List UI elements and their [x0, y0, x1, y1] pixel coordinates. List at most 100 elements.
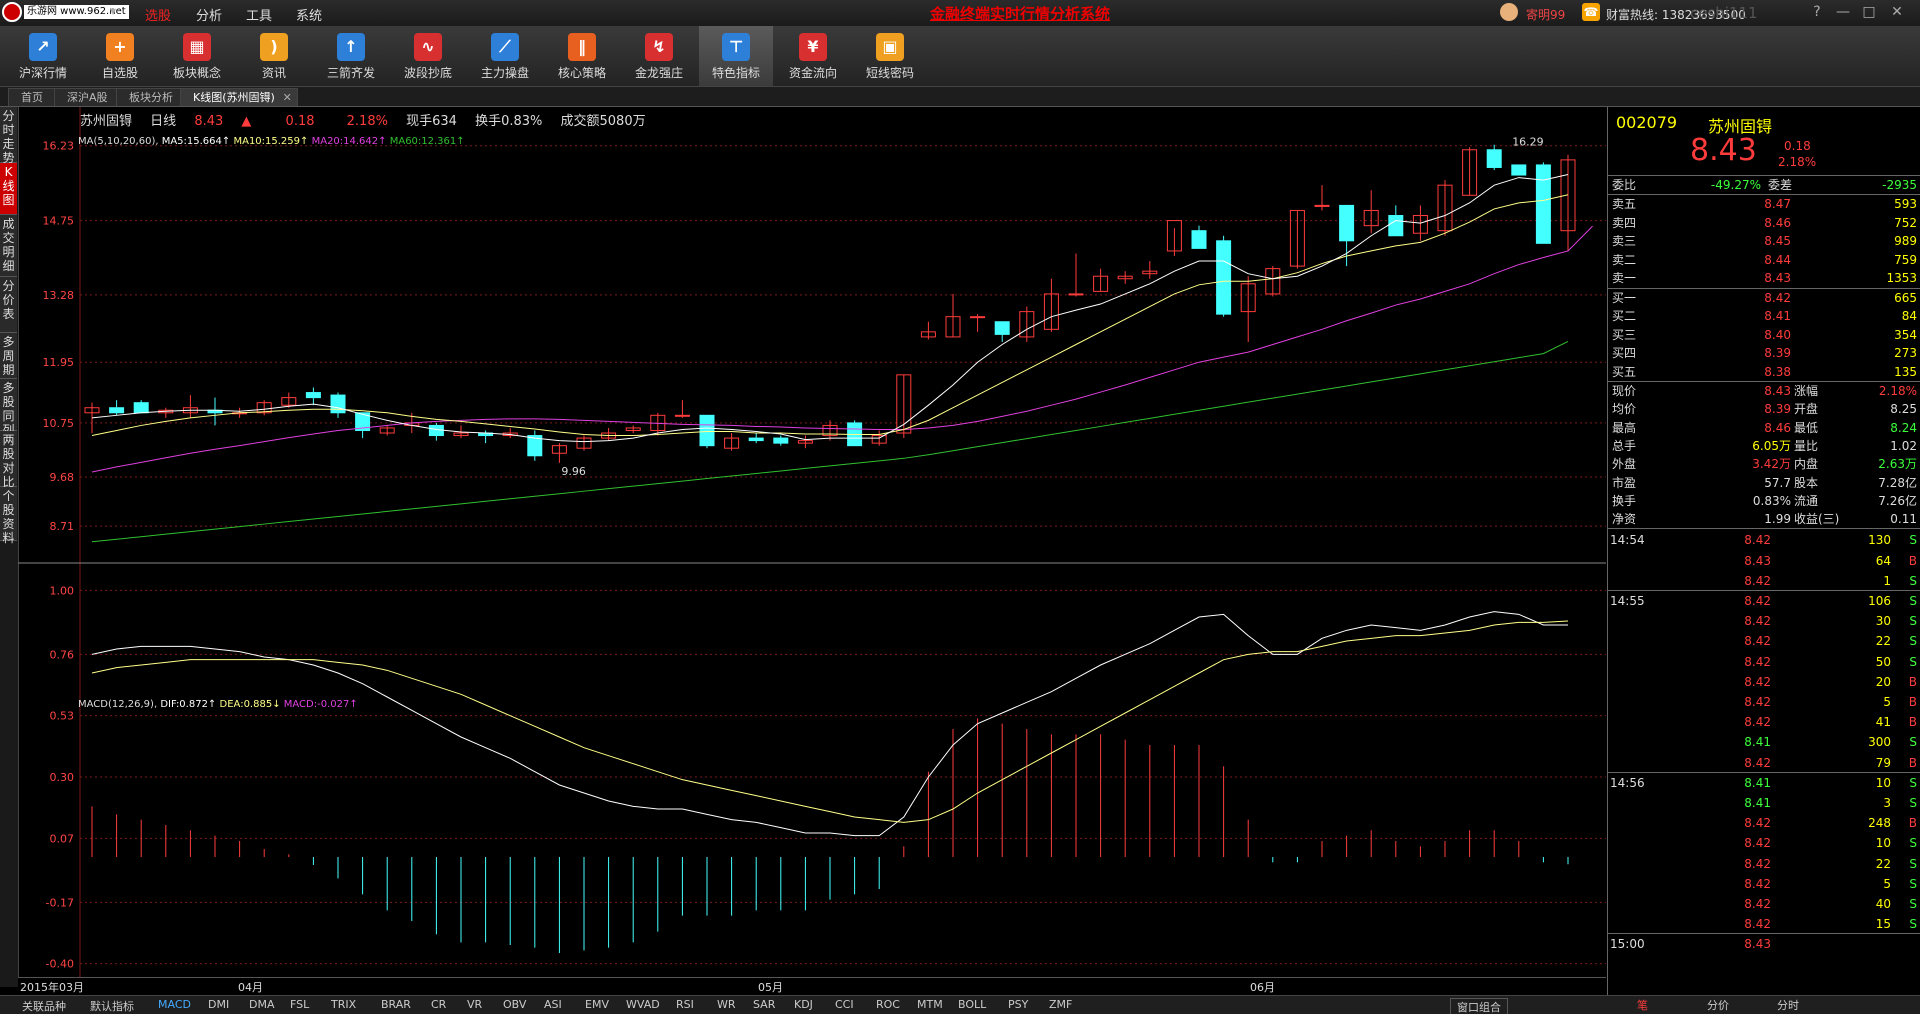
toolbar-button-11[interactable]: ▣ 短线密码 [853, 26, 927, 86]
close-icon[interactable]: ✕ [283, 89, 292, 106]
candle[interactable] [1388, 215, 1404, 237]
indicator-tab-wr[interactable]: WR [717, 998, 736, 1011]
indicator-tab-rsi[interactable]: RSI [676, 998, 694, 1011]
tab-sector-analysis[interactable]: 板块分析 [116, 88, 186, 106]
toolbar-button-4[interactable]: ↑ 三箭齐发 [314, 26, 388, 86]
chevron-down-icon[interactable]: ▾ [110, 4, 116, 18]
order-book-row[interactable]: 买四 8.39 273 [1608, 344, 1920, 362]
candle[interactable] [748, 437, 764, 442]
stat-value: 8.39 [1764, 402, 1791, 417]
menu-tools[interactable]: 工具 [246, 5, 272, 24]
candle[interactable] [674, 414, 690, 417]
indicator-tab-vr[interactable]: VR [467, 998, 482, 1011]
order-book-row[interactable]: 买二 8.41 84 [1608, 307, 1920, 325]
candle[interactable] [1068, 293, 1084, 296]
detail-tab-1[interactable]: 分价 [1707, 997, 1729, 1013]
indicator-tab-trix[interactable]: TRIX [331, 998, 356, 1011]
maximize-button[interactable]: □ [1858, 4, 1880, 20]
indicator-tab-roc[interactable]: ROC [876, 998, 900, 1011]
tab-sh-sz-a[interactable]: 深沪A股 [54, 88, 121, 106]
indicator-tab-关联品种[interactable]: 关联品种 [22, 998, 66, 1014]
indicator-tab-psy[interactable]: PSY [1008, 998, 1028, 1011]
sidebar-item-4[interactable]: 多周期 [0, 333, 17, 379]
indicator-tab-mtm[interactable]: MTM [917, 998, 943, 1011]
toolbar-button-5[interactable]: ∿ 波段抄底 [391, 26, 465, 86]
order-book-row[interactable]: 卖五 8.47 593 [1608, 195, 1920, 213]
candle[interactable] [305, 392, 321, 399]
tab-kline[interactable]: K线图(苏州固锝) ✕ [180, 88, 298, 106]
order-book-row[interactable]: 卖二 8.44 759 [1608, 251, 1920, 269]
sidebar-item-3[interactable]: 分价表 [0, 277, 17, 333]
stat-label: 收益(三) [1794, 512, 1840, 527]
order-book-row[interactable]: 卖一 8.43 1353 [1608, 269, 1920, 287]
sidebar-item-5[interactable]: 多股同列 [0, 379, 17, 437]
candle[interactable] [1511, 164, 1527, 176]
candle[interactable] [1486, 149, 1502, 168]
toolbar-button-1[interactable]: + 自选股 [83, 26, 157, 86]
indicator-tab-默认指标[interactable]: 默认指标 [90, 998, 134, 1014]
window-combo-select[interactable]: 窗口组合 [1450, 998, 1508, 1014]
indicator-tab-kdj[interactable]: KDJ [794, 998, 813, 1011]
menu-stock-select[interactable]: 选股 [145, 5, 171, 24]
minimize-button[interactable]: — [1832, 4, 1854, 20]
toolbar-button-8[interactable]: ↯ 金龙强庄 [622, 26, 696, 86]
order-book-row[interactable]: 买五 8.38 135 [1608, 363, 1920, 381]
tab-home[interactable]: 首页 [8, 88, 56, 106]
candle[interactable] [1216, 240, 1232, 315]
candle[interactable] [773, 437, 789, 444]
menu-system[interactable]: 系统 [296, 5, 322, 24]
candle[interactable] [994, 321, 1010, 335]
indicator-tab-dma[interactable]: DMA [249, 998, 275, 1011]
indicator-tab-cr[interactable]: CR [431, 998, 446, 1011]
order-book-row[interactable]: 买一 8.42 665 [1608, 289, 1920, 307]
indicator-tab-asi[interactable]: ASI [544, 998, 562, 1011]
indicator-tab-emv[interactable]: EMV [585, 998, 609, 1011]
order-book-row[interactable]: 卖三 8.45 989 [1608, 232, 1920, 250]
toolbar-button-10[interactable]: ¥ 资金流向 [776, 26, 850, 86]
candle[interactable] [109, 407, 125, 414]
sidebar-item-1[interactable]: K线图 [0, 163, 17, 215]
candle[interactable] [330, 394, 346, 414]
indicator-tab-sar[interactable]: SAR [753, 998, 775, 1011]
toolbar-button-6[interactable]: ⟋ 主力操盘 [468, 26, 542, 86]
candle[interactable] [970, 316, 986, 319]
menu-analysis[interactable]: 分析 [196, 5, 222, 24]
indicator-tab-macd[interactable]: MACD [158, 998, 191, 1011]
sidebar-item-0[interactable]: 分时走势 [0, 107, 17, 165]
user-name[interactable]: 寄明99 [1526, 6, 1565, 23]
candle[interactable] [428, 424, 444, 437]
candle[interactable] [1314, 204, 1330, 207]
order-book-row[interactable]: 卖四 8.46 752 [1608, 214, 1920, 232]
indicator-tab-wvad[interactable]: WVAD [626, 998, 660, 1011]
toolbar-button-7[interactable]: ‖ 核心策略 [545, 26, 619, 86]
sidebar-item-6[interactable]: 两股对比 [0, 431, 17, 489]
kline-chart[interactable]: 16.23 14.75 13.28 11.95 10.75 9.68 8.71 1.00 0.7… [18, 107, 1606, 977]
detail-tab-0[interactable]: 笔 [1637, 997, 1648, 1013]
app-logo-icon[interactable] [2, 2, 22, 22]
indicator-tab-zmf[interactable]: ZMF [1049, 998, 1072, 1011]
candle[interactable] [1535, 164, 1551, 244]
sidebar-item-7[interactable]: 个股资料 [0, 487, 17, 545]
close-button[interactable]: ✕ [1886, 4, 1908, 20]
toolbar-button-9[interactable]: ⊤ 特色指标 [699, 26, 773, 86]
indicator-tab-obv[interactable]: OBV [503, 998, 526, 1011]
candle[interactable] [133, 402, 149, 414]
order-book-row[interactable]: 买三 8.40 354 [1608, 326, 1920, 344]
indicator-tab-dmi[interactable]: DMI [208, 998, 229, 1011]
toolbar-button-3[interactable]: ) 资讯 [237, 26, 311, 86]
sidebar-item-2[interactable]: 成交明细 [0, 215, 17, 277]
toolbar-button-2[interactable]: ▦ 板块概念 [160, 26, 234, 86]
help-button[interactable]: ? [1806, 4, 1828, 20]
candle[interactable] [699, 414, 715, 447]
marquee-banner[interactable]: 金融终端实时行情分析系统 [930, 3, 1110, 24]
indicator-tab-fsl[interactable]: FSL [290, 998, 309, 1011]
indicator-tab-cci[interactable]: CCI [835, 998, 854, 1011]
indicator-tab-boll[interactable]: BOLL [958, 998, 986, 1011]
avatar[interactable] [1500, 3, 1518, 21]
detail-tab-2[interactable]: 分时 [1777, 997, 1799, 1013]
toolbar-button-0[interactable]: ↗ 沪深行情 [6, 26, 80, 86]
indicator-tab-brar[interactable]: BRAR [381, 998, 411, 1011]
candle[interactable] [1339, 204, 1355, 242]
tick-row: 8.42 22 S [1608, 854, 1920, 874]
candle[interactable] [1191, 230, 1207, 249]
